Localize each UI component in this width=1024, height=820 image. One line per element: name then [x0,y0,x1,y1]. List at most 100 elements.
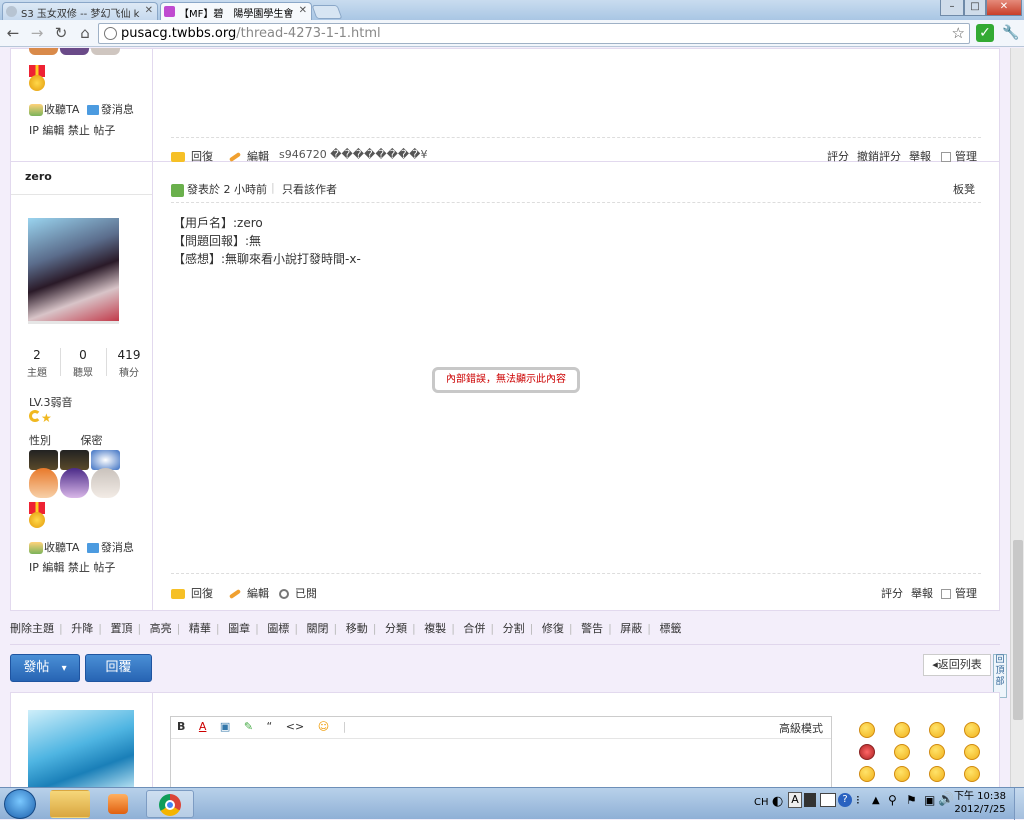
smiley-icon[interactable] [929,766,945,782]
smiley-icon[interactable] [894,766,910,782]
media-player-icon[interactable] [98,790,138,818]
help-icon[interactable]: ? [838,793,852,807]
badge-face[interactable] [29,468,58,498]
folder-icon[interactable] [50,790,90,818]
report-link[interactable]: 舉報 [911,585,933,601]
smiley-icon[interactable] [894,722,910,738]
extension-icon[interactable]: ✓ [976,24,994,42]
mod-action[interactable]: 移動 [346,622,368,635]
minimize-button[interactable]: – [940,0,964,16]
close-tab-icon[interactable]: ✕ [145,5,153,16]
smiley-icon[interactable] [929,744,945,760]
ime-toolbar-icon[interactable]: ◐ [772,794,783,809]
mod-action[interactable]: 修復 [542,622,564,635]
edit-button[interactable]: 編輯 [228,585,269,601]
font-color-icon[interactable]: A [199,720,207,733]
smiley-icon[interactable] [859,722,875,738]
smiley-icon[interactable] [859,744,875,760]
close-window-button[interactable]: ✕ [986,0,1022,16]
address-bar[interactable]: pusacg.twbbs.org/thread-4273-1-1.html ☆ [98,23,970,44]
flag-icon[interactable]: ⚑ [906,793,917,807]
new-tab-button[interactable] [311,5,343,19]
mod-action[interactable]: 關閉 [307,622,329,635]
reply-editor[interactable]: B A ▣ ✎ “ <> ☺ | 高級模式 [170,716,832,787]
mod-action[interactable]: 精華 [189,622,211,635]
home-icon[interactable]: ⌂ [76,24,94,42]
ime-keyboard-icon[interactable] [820,793,836,807]
message-link[interactable]: 發消息 [101,541,134,554]
code-icon[interactable]: <> [286,720,304,733]
page-info-icon[interactable] [104,27,117,40]
close-tab-icon[interactable]: ✕ [299,5,307,16]
badge-icon[interactable] [29,450,58,470]
show-hidden-icons-icon[interactable]: ▲ [872,795,880,806]
mod-action[interactable]: 複製 [424,622,446,635]
username[interactable]: zero [25,170,52,183]
new-post-button[interactable]: 發帖 ▾ [10,654,80,682]
start-button[interactable] [4,789,36,819]
network-icon[interactable]: ▣ [924,793,935,807]
avatar[interactable] [28,218,119,324]
mod-action[interactable]: 分類 [385,622,407,635]
follow-link[interactable]: 收聽TA [44,103,79,116]
user-level[interactable]: LV.3弱音 [29,394,73,410]
browser-tab-2[interactable]: 【MF】碧 陽學園學生會 ✕ [160,2,312,20]
read-button[interactable]: 已閱 [279,585,317,601]
smiley-icon[interactable] [929,722,945,738]
mod-action[interactable]: 高亮 [150,622,172,635]
smiley-icon[interactable] [859,766,875,782]
badge-face[interactable] [91,468,120,498]
manage-checkbox[interactable]: 管理 [941,585,977,601]
mod-action[interactable]: 標籤 [660,622,682,635]
ime-width-icon[interactable] [804,793,816,807]
link-icon[interactable]: ✎ [244,720,253,733]
wrench-icon[interactable]: 🔧 [1002,24,1020,42]
previous-admin-links[interactable]: IP 編輯 禁止 帖子 [29,122,115,138]
reply-thread-button[interactable]: 回覆 [85,654,152,682]
message-link[interactable]: 發消息 [101,103,134,116]
mod-action[interactable]: 合併 [463,622,485,635]
reply-button[interactable]: 回復 [171,585,213,601]
smiley-icon[interactable]: ☺ [318,720,329,733]
smiley-icon[interactable] [964,744,980,760]
vertical-scrollbar[interactable] [1010,48,1024,787]
bookmark-star-icon[interactable]: ☆ [952,24,965,42]
badge-icon[interactable] [60,450,89,470]
system-clock[interactable]: 下午 10:38 2012/7/25 [950,790,1010,816]
mod-action[interactable]: 置頂 [110,622,132,635]
smiley-icon[interactable] [964,766,980,782]
mod-action[interactable]: 屏蔽 [620,622,642,635]
only-author-link[interactable]: 只看該作者 [282,181,337,197]
mod-action[interactable]: 圖章 [228,622,250,635]
bold-icon[interactable]: B [177,720,185,733]
stat-topics[interactable]: 2 主題 [15,348,59,379]
ime-indicator[interactable]: CH [754,797,769,808]
current-user-avatar[interactable] [28,710,134,787]
ime-mode-icon[interactable]: A [788,792,802,808]
quote-icon[interactable]: “ [267,720,273,733]
mod-action[interactable]: 升降 [71,622,93,635]
back-arrow-icon[interactable]: ← [4,24,22,42]
image-icon[interactable]: ▣ [220,720,230,733]
reload-icon[interactable]: ↻ [52,24,70,42]
badge-face[interactable] [60,468,89,498]
show-desktop-button[interactable] [1014,788,1024,820]
mod-action[interactable]: 刪除主題 [10,622,54,635]
mod-action[interactable]: 分割 [503,622,525,635]
tray-app-icon[interactable]: ⚲ [888,793,897,807]
forward-arrow-icon[interactable]: → [28,24,46,42]
admin-links[interactable]: IP 編輯 禁止 帖子 [29,559,115,575]
advanced-mode-link[interactable]: 高級模式 [779,720,823,736]
rate-link[interactable]: 評分 [881,585,903,601]
back-to-list-button[interactable]: ◂返回列表 [923,654,991,676]
smiley-icon[interactable] [894,744,910,760]
follow-link[interactable]: 收聽TA [44,541,79,554]
chrome-icon[interactable] [146,790,194,818]
scrollbar-thumb[interactable] [1013,540,1023,720]
badge-icon[interactable] [91,450,120,470]
ime-options-icon[interactable]: ⁝ [856,793,860,807]
stat-followers[interactable]: 0 聽眾 [61,348,105,379]
browser-tab-1[interactable]: S3 玉女双修 -- 梦幻飞仙 k ✕ [2,2,158,20]
smiley-icon[interactable] [964,722,980,738]
checkbox[interactable] [941,589,951,599]
